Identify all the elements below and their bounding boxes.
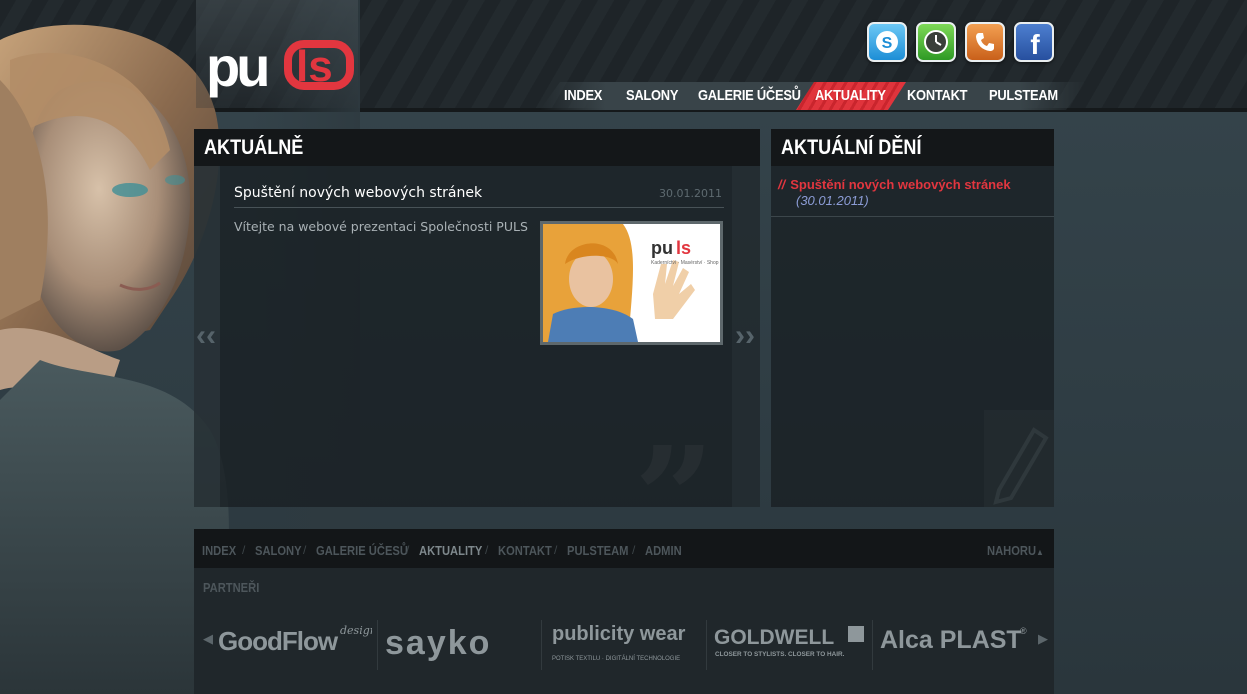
opening-hours-button[interactable] <box>916 22 956 62</box>
news-divider <box>234 207 724 208</box>
current-events-divider <box>771 216 1054 217</box>
news-image[interactable]: pu ls Kaderníctví · Masérství · Shop <box>540 221 723 345</box>
svg-text:f: f <box>1030 29 1040 56</box>
partner-name: GOLDWELL <box>714 626 834 649</box>
partner-divider <box>541 620 542 670</box>
footer-link-salony[interactable]: SALONY <box>255 529 302 568</box>
partner-divider <box>706 620 707 670</box>
current-events-panel: AKTUÁLNÍ DĚNÍ // Spuštění nových webových… <box>771 129 1054 507</box>
pencil-watermark-icon <box>984 410 1054 507</box>
puls-logo-icon: pu ls <box>206 38 354 98</box>
news-panel: AKTUÁLNĚ ‹‹ ›› ” Spuštění nových webovýc… <box>194 129 760 569</box>
slash-icon: // <box>778 177 786 192</box>
footer-separator: / <box>303 543 307 557</box>
partner-name: sayko <box>385 624 491 662</box>
current-event-link[interactable]: // Spuštění nových webových stránek <box>778 177 1011 192</box>
svg-text:S: S <box>882 35 893 52</box>
nav-item-pulsteam[interactable]: PULSTEAM <box>989 82 1058 110</box>
partner-publicitywear-logo[interactable]: publicity wear POTISK TEXTILU · DIGITÁLN… <box>548 618 702 668</box>
current-events-title: AKTUÁLNÍ DĚNÍ <box>781 136 922 159</box>
previous-arrow-icon[interactable]: ‹‹ <box>196 319 216 353</box>
news-date: 30.01.2011 <box>659 187 722 200</box>
current-event-label: Spuštění nových webových stránek <box>790 177 1011 192</box>
svg-text:®: ® <box>1020 626 1027 636</box>
nav-item-index[interactable]: INDEX <box>564 82 602 110</box>
arrow-up-icon: ▲ <box>1036 547 1044 557</box>
partner-name: GoodFlow <box>218 626 339 656</box>
clock-icon <box>924 30 948 54</box>
phone-button[interactable] <box>965 22 1005 62</box>
svg-text:pu: pu <box>651 238 673 258</box>
partner-divider <box>872 620 873 670</box>
back-to-top-label: NAHORU <box>987 543 1037 558</box>
footer-link-admin[interactable]: ADMIN <box>645 529 682 568</box>
footer-separator: / <box>242 543 246 557</box>
svg-text:pu: pu <box>206 38 267 98</box>
nav-item-kontakt[interactable]: KONTAKT <box>907 82 968 110</box>
news-text: Vítejte na webové prezentaci Společnosti… <box>234 219 528 234</box>
news-panel-header: AKTUÁLNĚ <box>194 129 760 166</box>
partner-sub: design <box>340 624 372 637</box>
skype-button[interactable]: S <box>867 22 907 62</box>
footer-link-aktuality[interactable]: AKTUALITY <box>419 529 482 568</box>
partner-name: publicity wear <box>552 623 686 645</box>
footer-link-index[interactable]: INDEX <box>202 529 236 568</box>
svg-text:Kaderníctví · Masérství · Shop: Kaderníctví · Masérství · Shop <box>651 260 719 266</box>
phone-icon <box>976 33 994 51</box>
footer-separator: / <box>632 543 636 557</box>
news-title[interactable]: Spuštění nových webových stránek <box>234 185 482 201</box>
nav-item-salony[interactable]: SALONY <box>626 82 678 110</box>
svg-text:ls: ls <box>676 238 691 258</box>
footer-link-galerie[interactable]: GALERIE ÚČESŮ <box>316 529 408 568</box>
back-to-top-link[interactable]: NAHORU▲ <box>987 529 1044 568</box>
partners-next-icon[interactable]: ▶ <box>1038 632 1048 647</box>
partner-sub: CLOSER TO STYLISTS. CLOSER TO HAIR. <box>715 651 845 658</box>
partners-prev-icon[interactable]: ◀ <box>203 632 213 647</box>
logo[interactable]: pu ls <box>196 0 358 108</box>
current-event-date: (30.01.2011) <box>796 193 869 208</box>
footer-separator: / <box>406 543 410 557</box>
news-photo: pu ls Kaderníctví · Masérství · Shop <box>543 224 720 342</box>
footer-link-kontakt[interactable]: KONTAKT <box>498 529 552 568</box>
facebook-icon: f <box>1030 29 1040 56</box>
facebook-button[interactable]: f <box>1014 22 1054 62</box>
footer-link-pulsteam[interactable]: PULSTEAM <box>567 529 628 568</box>
news-panel-title: AKTUÁLNĚ <box>204 136 304 159</box>
partner-sub: POTISK TEXTILU · DIGITÁLNÍ TECHNOLOGIE <box>552 655 680 662</box>
svg-text:ls: ls <box>296 42 333 91</box>
footer-separator: / <box>485 543 489 557</box>
skype-icon: S <box>876 31 898 53</box>
nav-item-aktuality[interactable]: AKTUALITY <box>815 82 886 110</box>
partner-goodflow-logo[interactable]: GoodFlow design <box>216 618 377 668</box>
partner-name: Alca PLAST <box>880 626 1022 654</box>
current-events-header: AKTUÁLNÍ DĚNÍ <box>771 129 1054 166</box>
partner-divider <box>377 620 378 670</box>
partners-label: PARTNEŘI <box>203 580 260 595</box>
next-arrow-icon[interactable]: ›› <box>735 319 755 353</box>
partner-goldwell-logo[interactable]: GOLDWELL CLOSER TO STYLISTS. CLOSER TO H… <box>712 618 868 668</box>
partner-alcaplast-logo[interactable]: Alca PLAST ® <box>878 618 1033 668</box>
partner-sayko-logo[interactable]: sayko <box>383 618 535 668</box>
footer-separator: / <box>554 543 558 557</box>
nav-item-galerie[interactable]: GALERIE ÚČESŮ <box>698 82 801 110</box>
